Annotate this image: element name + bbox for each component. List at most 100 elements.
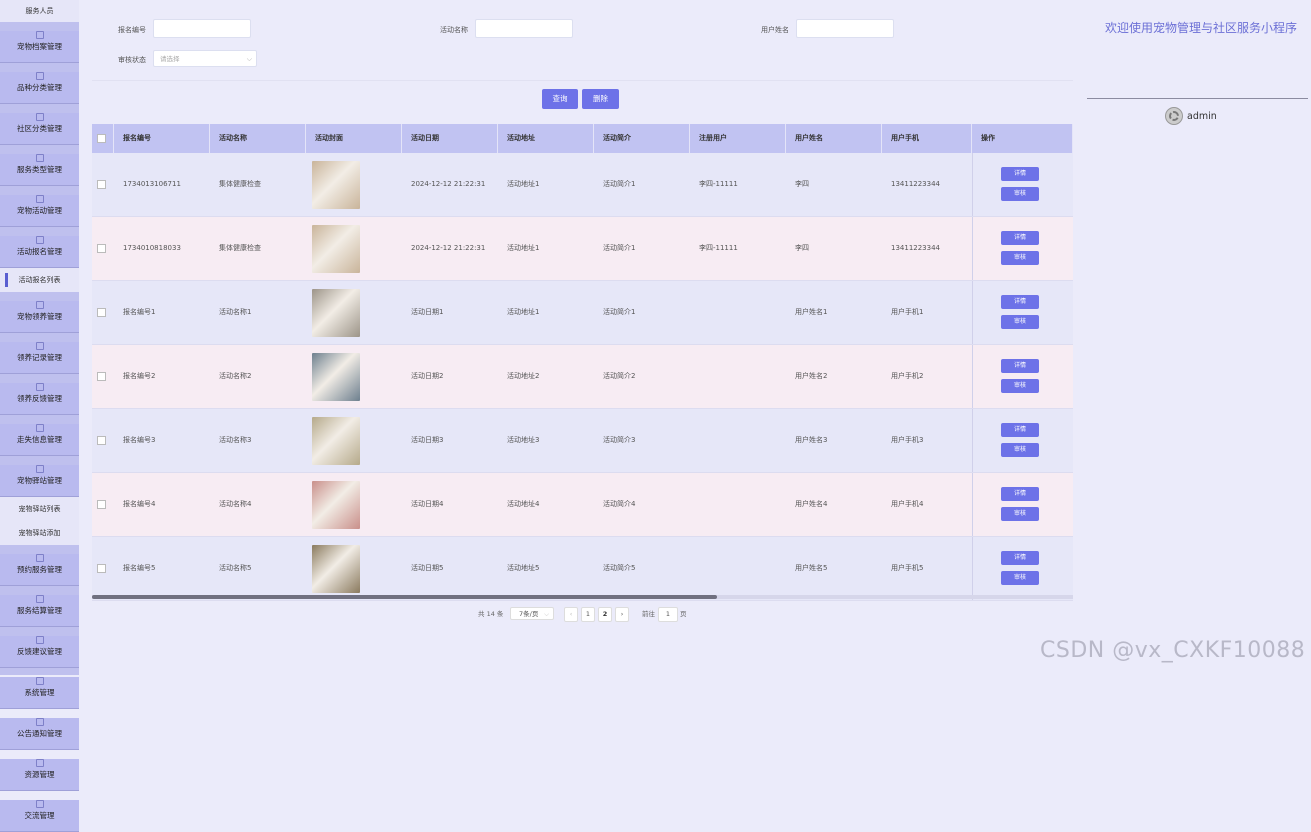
header-activity-cover[interactable]: 活动封面 [306,124,402,153]
sidebar-item[interactable]: 宠物驿站管理 [0,465,79,497]
sidebar-item[interactable]: 预约服务管理 [0,554,79,586]
activity-cover-image[interactable] [312,224,360,273]
detail-button[interactable]: 详情 [1001,167,1039,181]
prev-page-button[interactable]: ‹ [564,607,578,622]
table-row[interactable]: 1734013106711 集体健康检查 2024-12-12 21:22:31 活动… [92,153,1073,217]
detail-button[interactable]: 详情 [1001,359,1039,373]
page-size-select[interactable]: 7条/页 ⌵ [510,607,554,620]
detail-button[interactable]: 详情 [1001,423,1039,437]
review-button[interactable]: 审核 [1001,379,1039,393]
table-row[interactable]: 1734010818033 集体健康检查 2024-12-12 21:22:31 活动… [92,217,1073,281]
table-row[interactable]: 报名编号5 活动名称5 活动日期5 活动地址5 活动简介5 用户姓名5 用户手机5 详情 审核 [92,537,1073,601]
detail-button[interactable]: 详情 [1001,295,1039,309]
menu-icon [35,236,44,244]
cell-user-phone: 用户手机2 [891,372,924,380]
row-checkbox[interactable] [97,179,106,189]
review-button[interactable]: 审核 [1001,187,1039,201]
header-registered-user[interactable]: 注册用户 [690,124,786,153]
next-page-button[interactable]: › [615,607,629,622]
report-id-input[interactable] [153,19,251,38]
sidebar-item[interactable]: 领养反馈管理 [0,383,79,415]
sidebar-item[interactable]: 走失信息管理 [0,424,79,456]
sidebar-item-label: 领养反馈管理 [17,394,62,403]
sidebar-item[interactable]: 领养记录管理 [0,342,79,374]
table-row[interactable]: 报名编号4 活动名称4 活动日期4 活动地址4 活动简介4 用户姓名4 用户手机4 详情 审核 [92,473,1073,537]
cell-registered-user [690,345,786,408]
sidebar-item[interactable]: 品种分类管理 [0,72,79,104]
sidebar-role-label: 服务人员 [0,0,79,22]
activity-cover-image[interactable] [312,160,360,209]
review-button[interactable]: 审核 [1001,571,1039,585]
cell-registered-user: 李四-11111 [699,180,738,188]
sidebar-item[interactable]: 服务类型管理 [0,154,79,186]
user-name-input[interactable] [796,19,894,38]
review-button[interactable]: 审核 [1001,443,1039,457]
activity-cover-image[interactable] [312,480,360,529]
header-user-phone[interactable]: 用户手机 [882,124,972,153]
activity-cover-image[interactable] [312,352,360,401]
activity-cover-image[interactable] [312,416,360,465]
row-actions: 详情 审核 [972,345,1073,408]
sidebar-item[interactable]: 服务结算管理 [0,595,79,627]
row-checkbox[interactable] [97,499,106,509]
row-select-cell [92,473,114,536]
detail-button[interactable]: 详情 [1001,487,1039,501]
sidebar-item[interactable]: 公告通知管理 [0,718,79,750]
sidebar-subitem[interactable]: 活动报名列表 [0,268,79,292]
current-user-name[interactable]: admin [1187,111,1217,122]
horizontal-scrollbar-thumb[interactable] [92,595,717,599]
cell-activity-intro: 活动简介4 [603,500,636,508]
detail-button[interactable]: 详情 [1001,551,1039,565]
sidebar-subitem[interactable]: 宠物驿站列表 [0,497,79,521]
delete-button[interactable]: 删除 [582,89,619,109]
sidebar-item[interactable]: 宠物档案管理 [0,31,79,63]
table-row[interactable]: 报名编号3 活动名称3 活动日期3 活动地址3 活动简介3 用户姓名3 用户手机3 详情 审核 [92,409,1073,473]
review-status-select[interactable]: 请选择 ⌵ [153,50,257,67]
activity-cover-image[interactable] [312,544,360,593]
registration-table: 报名编号 活动名称 活动封面 活动日期 活动地址 活动简介 注册用户 用户姓名 … [92,124,1073,601]
sidebar-item-label: 社区分类管理 [17,124,62,133]
review-button[interactable]: 审核 [1001,507,1039,521]
row-checkbox[interactable] [97,307,106,317]
goto-page-input[interactable]: 1 [658,607,678,622]
row-checkbox[interactable] [97,371,106,381]
activity-name-input[interactable] [475,19,573,38]
sidebar-item[interactable]: 交流管理 [0,800,79,832]
sidebar-item[interactable]: 社区分类管理 [0,113,79,145]
activity-cover-image[interactable] [312,288,360,337]
page-1-button[interactable]: 1 [581,607,595,622]
row-checkbox[interactable] [97,435,106,445]
cell-activity-address: 活动地址1 [507,244,540,252]
sidebar-item-label: 宠物档案管理 [17,42,62,51]
page-2-button[interactable]: 2 [598,607,612,622]
menu-icon [35,31,44,39]
sidebar-item[interactable]: 宠物领养管理 [0,301,79,333]
select-all-checkbox[interactable] [97,133,106,143]
header-report-id[interactable]: 报名编号 [114,124,210,153]
sidebar-subitem[interactable]: 宠物驿站添加 [0,521,79,545]
query-button[interactable]: 查询 [542,89,578,109]
table-row[interactable]: 报名编号2 活动名称2 活动日期2 活动地址2 活动简介2 用户姓名2 用户手机2 详情 审核 [92,345,1073,409]
avatar[interactable] [1165,107,1183,125]
sidebar: 服务人员 宠物档案管理品种分类管理社区分类管理服务类型管理 宠物活动管理 活动报名管… [0,0,79,832]
menu-icon [35,154,44,162]
header-activity-date[interactable]: 活动日期 [402,124,498,153]
sidebar-item-label: 反馈建议管理 [17,647,62,656]
row-checkbox[interactable] [97,243,106,253]
table-row[interactable]: 报名编号1 活动名称1 活动日期1 活动地址1 活动简介1 用户姓名1 用户手机1 详情 审核 [92,281,1073,345]
detail-button[interactable]: 详情 [1001,231,1039,245]
header-activity-address[interactable]: 活动地址 [498,124,594,153]
review-button[interactable]: 审核 [1001,315,1039,329]
row-checkbox[interactable] [97,563,106,573]
sidebar-item[interactable]: 宠物活动管理 [0,195,79,227]
review-button[interactable]: 审核 [1001,251,1039,265]
header-activity-intro[interactable]: 活动简介 [594,124,690,153]
sidebar-item[interactable]: 活动报名管理 [0,236,79,268]
sidebar-item[interactable]: 反馈建议管理 [0,636,79,668]
header-user-name[interactable]: 用户姓名 [786,124,882,153]
sidebar-item[interactable]: 资源管理 [0,759,79,791]
header-activity-name[interactable]: 活动名称 [210,124,306,153]
cell-activity-date: 活动日期1 [411,308,444,316]
sidebar-item[interactable]: 系统管理 [0,677,79,709]
menu-icon [35,195,44,203]
